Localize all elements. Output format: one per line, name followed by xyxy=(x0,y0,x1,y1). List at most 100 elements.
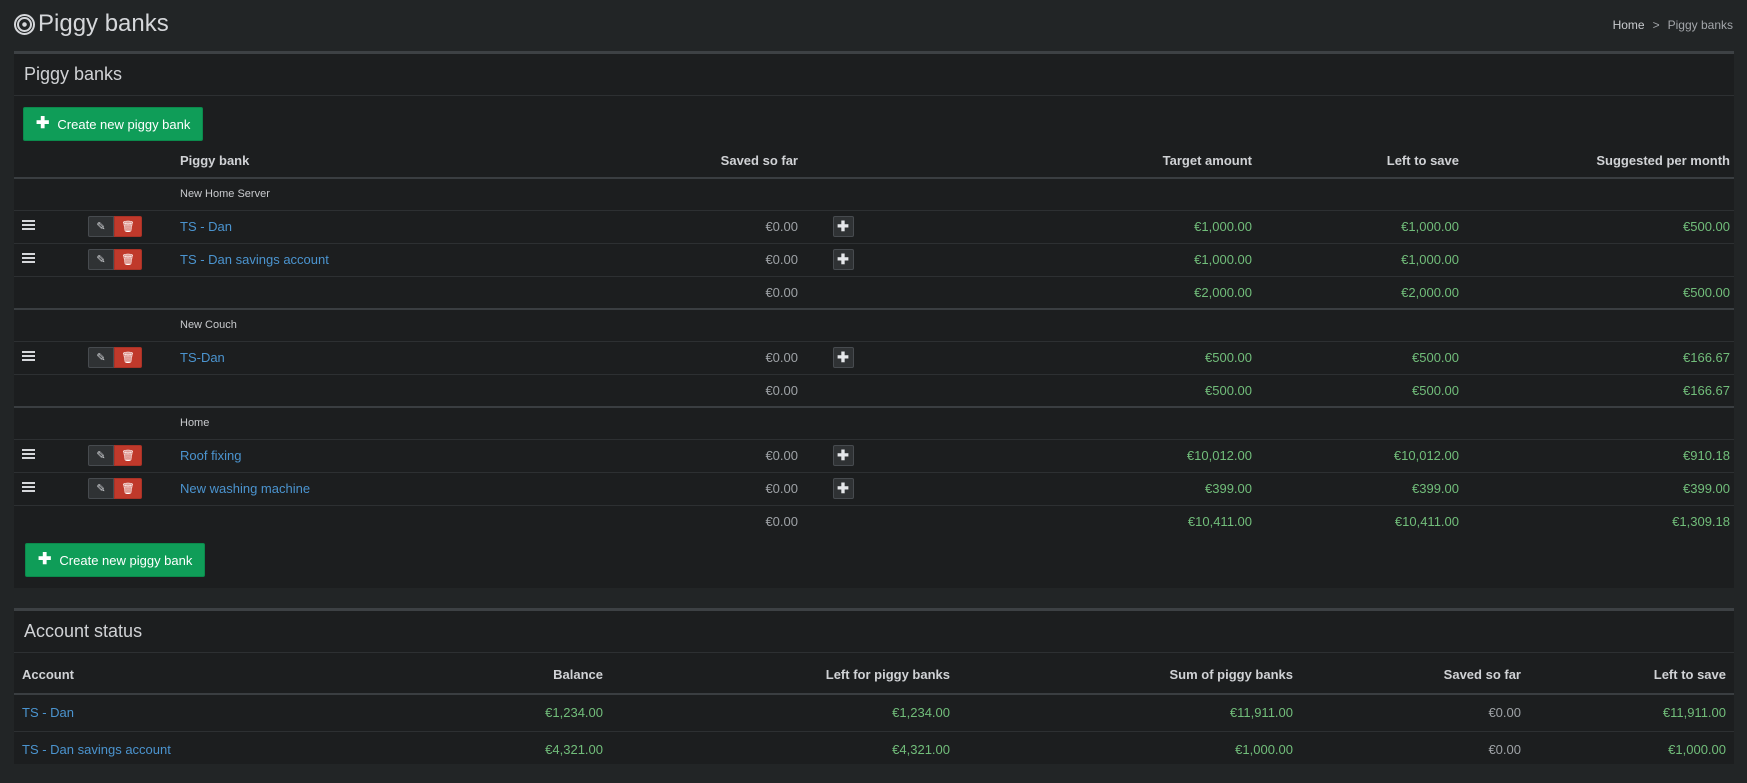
suggested-per-month xyxy=(1463,242,1734,276)
piggy-banks-table-header: Piggy bank Saved so far Target amount Le… xyxy=(14,143,1734,179)
total-suggested-per-month: €166.67 xyxy=(1463,373,1734,407)
create-piggy-bank-button-top[interactable]: ✚ Create new piggy bank xyxy=(23,107,204,141)
plus-icon: ✚ xyxy=(837,251,849,267)
delete-button[interactable]: 🗑 xyxy=(114,445,142,466)
pencil-icon: ✎ xyxy=(96,450,106,462)
col-balance: Balance xyxy=(244,656,611,695)
trash-icon: 🗑 xyxy=(121,450,135,462)
trash-icon: 🗑 xyxy=(121,483,135,495)
plus-icon: ✚ xyxy=(837,349,849,365)
add-money-button[interactable]: ✚ xyxy=(832,478,854,499)
target-amount: €399.00 xyxy=(884,471,1256,505)
add-money-button[interactable]: ✚ xyxy=(832,216,854,237)
add-money-button[interactable]: ✚ xyxy=(832,249,854,270)
edit-button[interactable]: ✎ xyxy=(88,478,114,499)
plus-icon: ✚ xyxy=(837,480,849,496)
piggy-banks-box: Piggy banks ✚ Create new piggy bank Pigg… xyxy=(14,51,1734,588)
col-left-to-save: Left to save xyxy=(1529,656,1734,695)
edit-button[interactable]: ✎ xyxy=(88,249,114,270)
breadcrumb: Home > Piggy banks xyxy=(1613,18,1733,32)
sum-of-piggy-banks: €1,000.00 xyxy=(958,730,1301,768)
group-total-row: €0.00 €2,000.00 €2,000.00 €500.00 xyxy=(14,275,1734,309)
account-link[interactable]: TS - Dan savings account xyxy=(14,730,244,768)
left-to-save: €399.00 xyxy=(1256,471,1463,505)
piggy-bank-link[interactable]: TS-Dan xyxy=(176,340,390,374)
piggy-banks-box-title: Piggy banks xyxy=(14,54,1734,96)
delete-button[interactable]: 🗑 xyxy=(114,478,142,499)
piggy-bank-row: ✎ 🗑 TS - Dan savings account €0.00 ✚ €1,000.0… xyxy=(14,242,1734,276)
piggy-bank-row: ✎ 🗑 New washing machine €0.00 ✚ €399.00 €399.0… xyxy=(14,471,1734,505)
total-target-amount: €500.00 xyxy=(884,373,1256,407)
account-status-box: Account status Account Balance Left for … xyxy=(14,608,1734,768)
edit-button[interactable]: ✎ xyxy=(88,216,114,237)
page-header: Piggy banks Home > Piggy banks xyxy=(14,10,1733,40)
account-status-header: Account Balance Left for piggy banks Sum… xyxy=(14,656,1734,695)
col-sum-of-piggy-banks: Sum of piggy banks xyxy=(958,656,1301,695)
row-actions: ✎ 🗑 xyxy=(88,478,142,499)
left-to-save: €1,000.00 xyxy=(1256,209,1463,243)
row-actions: ✎ 🗑 xyxy=(88,445,142,466)
drag-handle-icon[interactable] xyxy=(22,482,35,493)
total-target-amount: €2,000.00 xyxy=(884,275,1256,309)
sum-of-piggy-banks: €11,911.00 xyxy=(958,693,1301,731)
create-piggy-bank-button-bottom[interactable]: ✚ Create new piggy bank xyxy=(25,543,206,577)
breadcrumb-home[interactable]: Home xyxy=(1613,18,1645,32)
col-target-amount: Target amount xyxy=(884,143,1256,179)
account-link[interactable]: TS - Dan xyxy=(14,693,244,731)
delete-button[interactable]: 🗑 xyxy=(114,216,142,237)
total-saved-so-far: €0.00 xyxy=(390,373,802,407)
suggested-per-month: €910.18 xyxy=(1463,438,1734,472)
group-name: New Home Server xyxy=(180,188,270,201)
target-amount: €500.00 xyxy=(884,340,1256,374)
group-total-row: €0.00 €500.00 €500.00 €166.67 xyxy=(14,373,1734,407)
total-left-to-save: €10,411.00 xyxy=(1256,504,1463,538)
total-target-amount: €10,411.00 xyxy=(884,504,1256,538)
left-to-save: €1,000.00 xyxy=(1529,730,1734,768)
drag-handle-icon[interactable] xyxy=(22,449,35,460)
account-status-table: Account Balance Left for piggy banks Sum… xyxy=(14,656,1734,768)
drag-handle-icon[interactable] xyxy=(22,253,35,264)
suggested-per-month: €166.67 xyxy=(1463,340,1734,374)
page-title-text: Piggy banks xyxy=(38,10,169,37)
edit-button[interactable]: ✎ xyxy=(88,445,114,466)
total-left-to-save: €2,000.00 xyxy=(1256,275,1463,309)
total-saved-so-far: €0.00 xyxy=(390,504,802,538)
col-add xyxy=(802,143,884,179)
total-left-to-save: €500.00 xyxy=(1256,373,1463,407)
plus-icon: ✚ xyxy=(36,115,50,132)
account-row: TS - Dan savings account €4,321.00 €4,321.… xyxy=(14,730,1734,768)
account-status-box-title: Account status xyxy=(14,611,1734,653)
left-to-save: €10,012.00 xyxy=(1256,438,1463,472)
col-left-to-save: Left to save xyxy=(1256,143,1463,179)
pencil-icon: ✎ xyxy=(96,483,106,495)
add-money-button[interactable]: ✚ xyxy=(832,445,854,466)
delete-button[interactable]: 🗑 xyxy=(114,249,142,270)
piggy-bank-link[interactable]: TS - Dan xyxy=(176,209,390,243)
row-actions: ✎ 🗑 xyxy=(88,249,142,270)
piggy-bank-row: ✎ 🗑 Roof fixing €0.00 ✚ €10,012.00 €10,012.00 €… xyxy=(14,438,1734,472)
piggy-bank-row: ✎ 🗑 TS-Dan €0.00 ✚ €500.00 €500.00 €166.67 xyxy=(14,340,1734,374)
drag-handle-icon[interactable] xyxy=(22,351,35,362)
piggy-bank-link[interactable]: New washing machine xyxy=(176,471,390,505)
add-money-button[interactable]: ✚ xyxy=(832,347,854,368)
left-to-save: €1,000.00 xyxy=(1256,242,1463,276)
saved-so-far: €0.00 xyxy=(1301,730,1529,768)
suggested-per-month: €399.00 xyxy=(1463,471,1734,505)
edit-button[interactable]: ✎ xyxy=(88,347,114,368)
piggy-bank-link[interactable]: Roof fixing xyxy=(176,438,390,472)
drag-handle-icon[interactable] xyxy=(22,220,35,231)
left-to-save: €11,911.00 xyxy=(1529,693,1734,731)
col-piggy-bank: Piggy bank xyxy=(176,143,390,179)
trash-icon: 🗑 xyxy=(121,221,135,233)
col-account: Account xyxy=(14,656,244,695)
group-header-row: New Home Server xyxy=(14,178,1734,210)
piggy-bank-link[interactable]: TS - Dan savings account xyxy=(176,242,390,276)
delete-button[interactable]: 🗑 xyxy=(114,347,142,368)
page-title: Piggy banks xyxy=(14,10,169,38)
pencil-icon: ✎ xyxy=(96,221,106,233)
breadcrumb-separator: > xyxy=(1652,18,1660,32)
row-actions: ✎ 🗑 xyxy=(88,347,142,368)
pencil-icon: ✎ xyxy=(96,254,106,266)
plus-icon: ✚ xyxy=(38,551,52,568)
left-for-piggy-banks: €1,234.00 xyxy=(611,693,958,731)
